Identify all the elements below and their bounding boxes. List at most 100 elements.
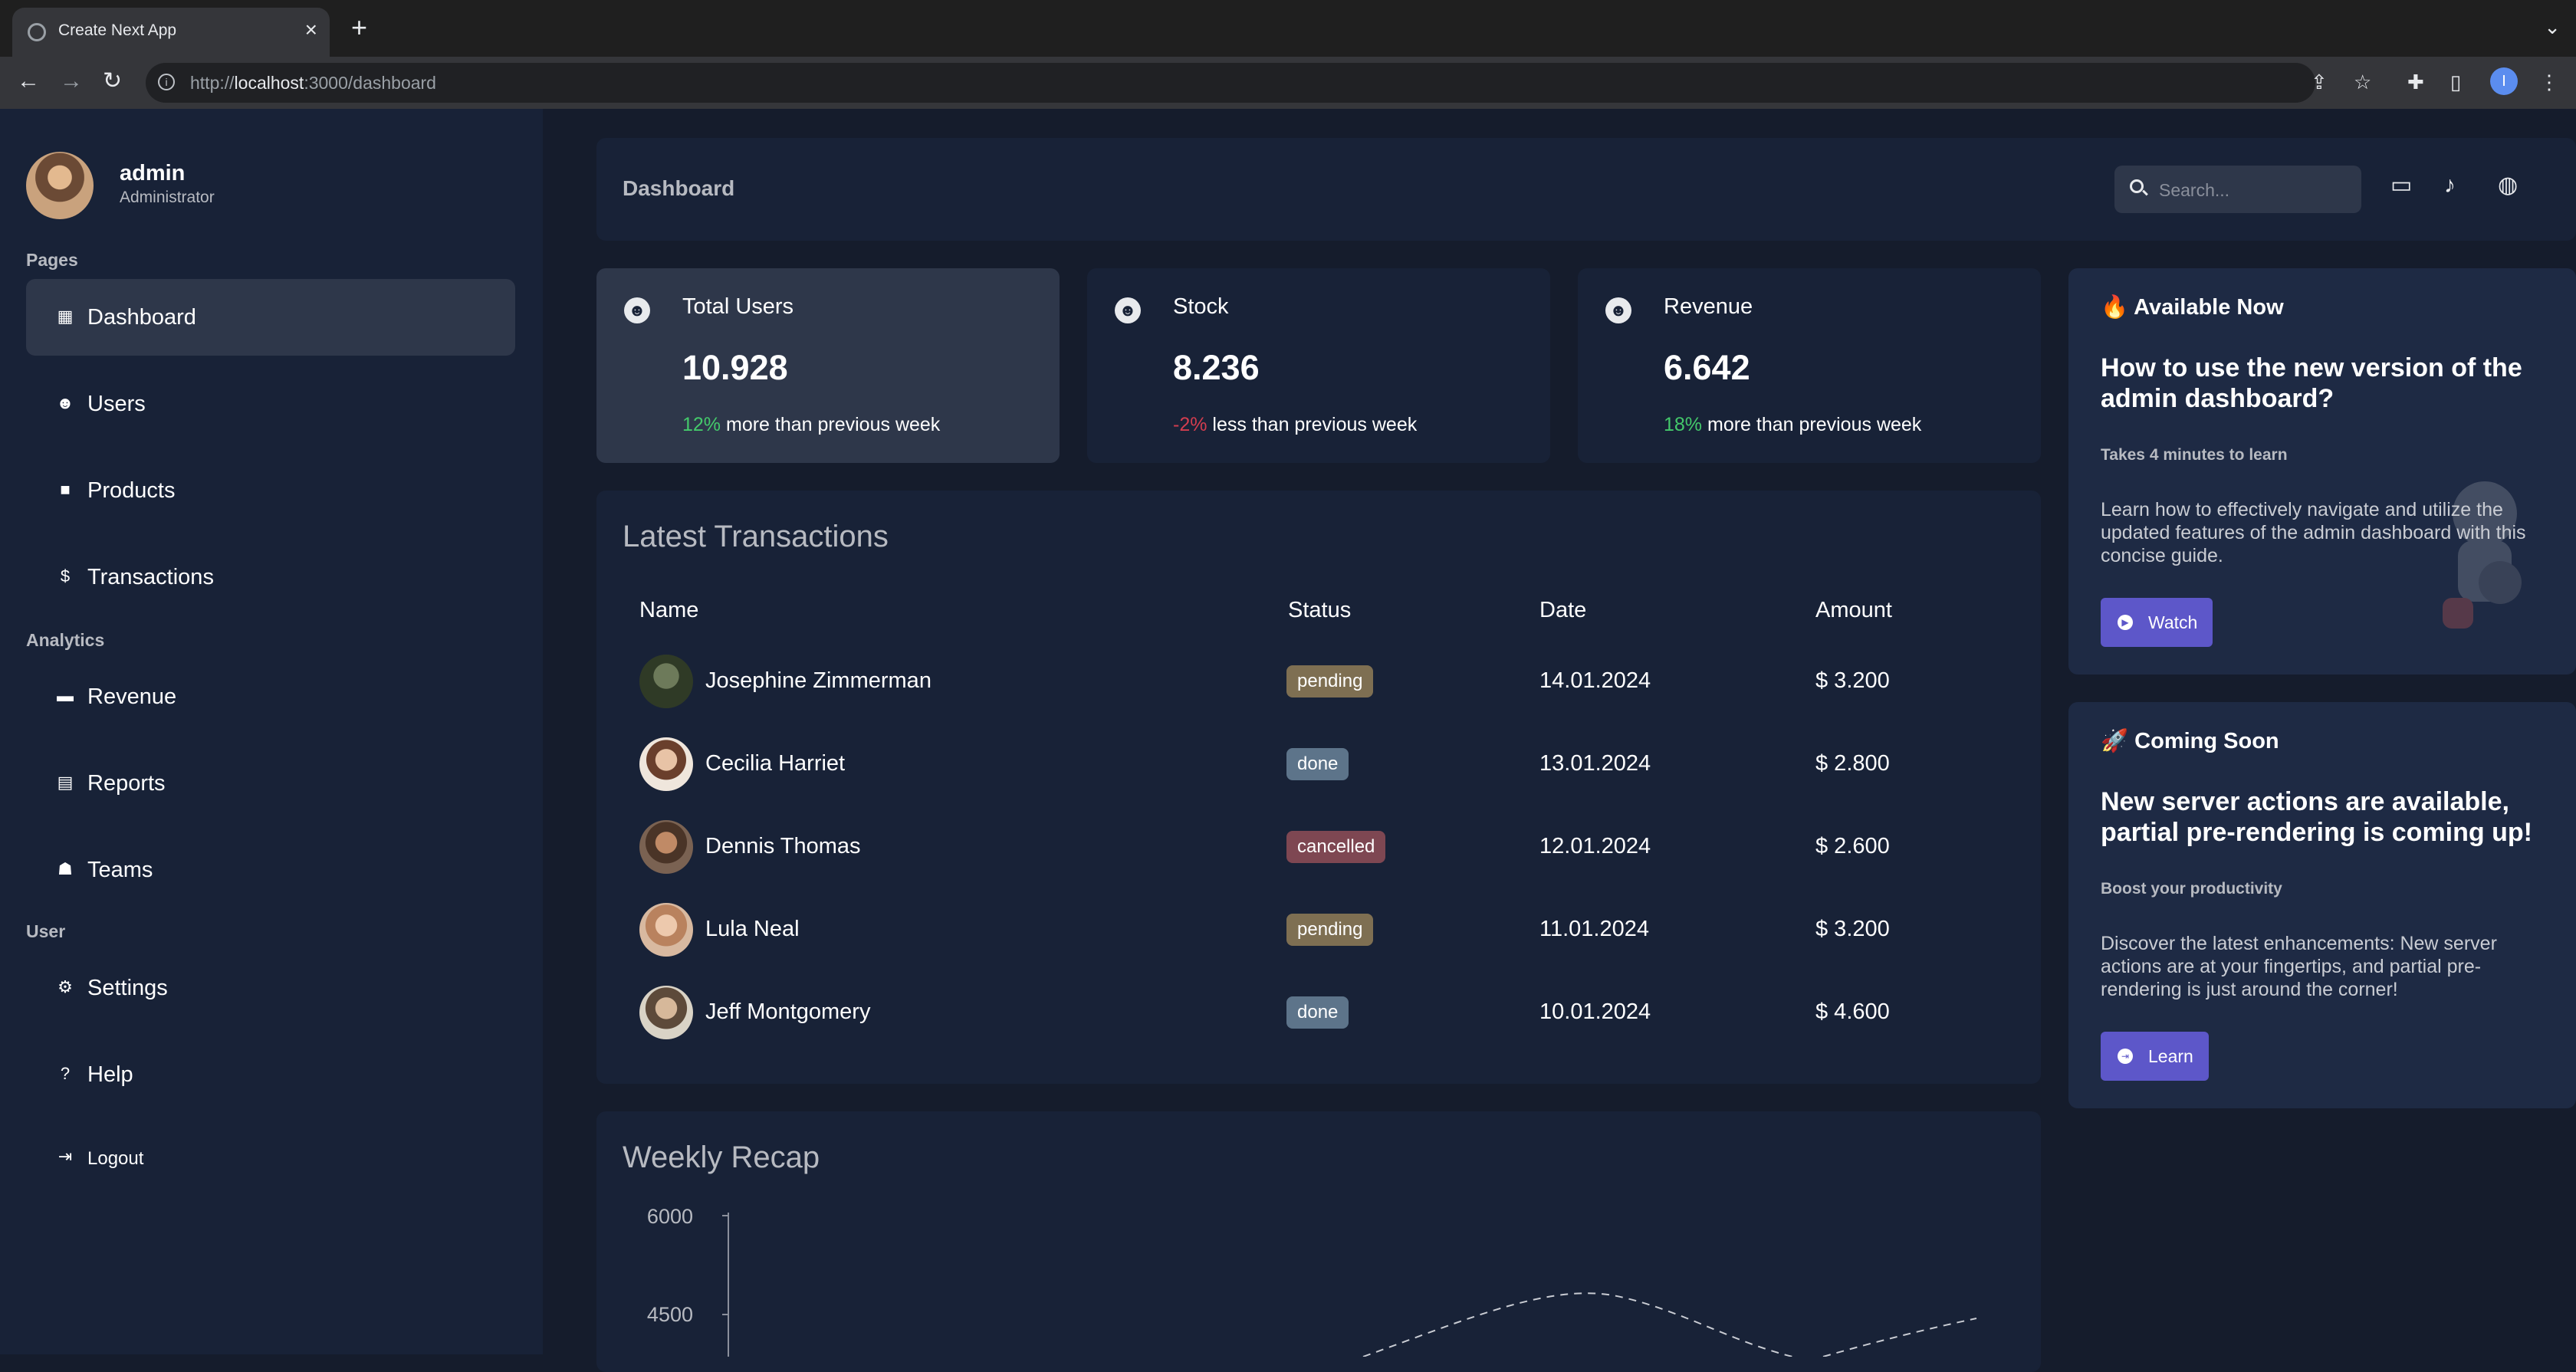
weekly-recap: Weekly Recap 6000 4500 [596, 1111, 2041, 1372]
card-number: 6.642 [1664, 348, 1750, 387]
card-revenue[interactable]: ☻ Revenue 6.642 18% more than previous w… [1578, 268, 2041, 463]
row-name: Lula Neal [705, 917, 800, 941]
learn-button[interactable]: ⇥ Learn [2101, 1032, 2209, 1081]
status-badge: done [1286, 996, 1349, 1029]
column-header-amount: Amount [1815, 598, 1892, 622]
user-role: Administrator [120, 189, 215, 206]
column-header-status: Status [1288, 598, 1352, 622]
bell-icon[interactable]: ♪ [2444, 172, 2456, 199]
avatar [639, 903, 693, 957]
promo-subtitle: Boost your productivity [2101, 880, 2282, 898]
sidebar-item-users[interactable]: ☻ Users [26, 366, 515, 442]
table-row[interactable]: Josephine Zimmerman pending 14.01.2024 $… [596, 641, 2041, 724]
row-name: Dennis Thomas [705, 834, 861, 858]
globe-icon[interactable]: ◍ [2498, 172, 2518, 199]
url-text: http://localhost:3000/dashboard [190, 73, 436, 93]
sidebar: admin Administrator Pages ▦ Dashboard ☻ … [0, 109, 543, 1354]
promo-label: 🔥 Available Now [2101, 295, 2284, 320]
status-badge: pending [1286, 665, 1374, 697]
sidebar-item-help[interactable]: ? Help [26, 1036, 515, 1113]
messages-icon[interactable]: ▭ [2390, 172, 2412, 199]
users-icon: ☻ [56, 393, 74, 412]
status-badge: done [1286, 748, 1349, 780]
sidebar-item-label: Teams [87, 858, 153, 882]
sidebar-item-revenue[interactable]: ▬ Revenue [26, 658, 515, 735]
row-name: Cecilia Harriet [705, 751, 846, 776]
share-icon[interactable]: ⇪ [2311, 69, 2328, 95]
users-icon: ☻ [1115, 297, 1141, 323]
series-line [1822, 1318, 1977, 1357]
row-amount: $ 2.600 [1815, 834, 1890, 858]
series-line [1362, 1292, 1793, 1357]
page-title: Dashboard [623, 176, 735, 200]
logout-icon: ⇥ [58, 1147, 73, 1166]
new-tab-icon[interactable]: + [351, 14, 367, 41]
sidebar-item-settings[interactable]: ⚙ Settings [26, 950, 515, 1026]
card-stock[interactable]: ☻ Stock 8.236 -2% less than previous wee… [1087, 268, 1550, 463]
card-title: Total Users [682, 294, 794, 319]
star-icon[interactable]: ☆ [2354, 69, 2371, 95]
table-row[interactable]: Cecilia Harriet done 13.01.2024 $ 2.800 [596, 724, 2041, 806]
chevron-down-icon[interactable]: ⌄ [2544, 15, 2561, 39]
card-total-users[interactable]: ☻ Total Users 10.928 12% more than previ… [596, 268, 1060, 463]
reload-icon[interactable]: ↻ [103, 67, 122, 95]
promo-title: New server actions are available, partia… [2101, 787, 2532, 847]
table-row[interactable]: Dennis Thomas cancelled 12.01.2024 $ 2.6… [596, 806, 2041, 889]
status-badge: pending [1286, 914, 1374, 946]
users-icon: ☻ [624, 297, 650, 323]
promo-coming-soon: 🚀 Coming Soon New server actions are ava… [2068, 702, 2576, 1108]
address-bar[interactable]: i http://localhost:3000/dashboard [146, 63, 2315, 103]
side-panel-icon[interactable]: ▯ [2450, 69, 2461, 95]
sidebar-item-transactions[interactable]: $ Transactions [26, 539, 515, 615]
row-name: Josephine Zimmerman [705, 668, 932, 693]
top-navbar: Dashboard ▭ ♪ ◍ [596, 138, 2576, 241]
learn-button-label: Learn [2148, 1046, 2193, 1066]
card-number: 10.928 [682, 348, 788, 387]
info-icon[interactable]: i [158, 74, 175, 90]
sidebar-item-teams[interactable]: ☗ Teams [26, 832, 515, 908]
sidebar-item-label: Help [87, 1062, 133, 1087]
globe-icon [28, 23, 46, 41]
card-title: Revenue [1664, 294, 1753, 319]
row-amount: $ 3.200 [1815, 917, 1890, 941]
report-icon: ▤ [57, 773, 74, 792]
user-name: admin [120, 161, 186, 185]
close-icon[interactable]: × [305, 18, 317, 41]
card-number: 8.236 [1173, 348, 1260, 387]
card-title: Stock [1173, 294, 1229, 319]
back-icon[interactable]: ← [17, 67, 40, 95]
dashboard-icon: ▦ [57, 307, 74, 326]
sidebar-item-label: Products [87, 478, 176, 503]
row-date: 11.01.2024 [1539, 917, 1649, 941]
table-row[interactable]: Lula Neal pending 11.01.2024 $ 3.200 [596, 889, 2041, 972]
latest-transactions: Latest Transactions Name Status Date Amo… [596, 491, 2041, 1084]
help-icon: ? [60, 1064, 71, 1083]
sidebar-item-products[interactable]: ■ Products [26, 452, 515, 529]
search-icon [2130, 179, 2144, 193]
browser-tab[interactable]: Create Next App × [12, 8, 330, 57]
dollar-icon: $ [60, 566, 71, 586]
avatar [639, 986, 693, 1039]
row-date: 10.01.2024 [1539, 999, 1651, 1024]
watch-button[interactable]: ▶ Watch [2101, 598, 2213, 647]
row-date: 14.01.2024 [1539, 668, 1651, 693]
search-box[interactable] [2114, 166, 2361, 213]
logout-button[interactable]: ⇥ Logout [26, 1119, 515, 1196]
briefcase-icon: ▬ [57, 686, 74, 705]
row-date: 12.01.2024 [1539, 834, 1651, 858]
row-date: 13.01.2024 [1539, 751, 1651, 776]
more-menu-icon[interactable]: ⋮ [2539, 69, 2559, 95]
sidebar-item-reports[interactable]: ▤ Reports [26, 745, 515, 822]
promo-available-now: 🔥 Available Now How to use the new versi… [2068, 268, 2576, 675]
forward-icon[interactable]: → [60, 67, 83, 95]
search-input[interactable] [2157, 176, 2352, 204]
sidebar-item-label: Settings [87, 976, 168, 1000]
extensions-icon[interactable]: ✚ [2407, 69, 2424, 95]
avatar [26, 152, 94, 219]
sidebar-item-label: Transactions [87, 565, 214, 589]
transactions-title: Latest Transactions [623, 520, 889, 553]
card-detail: 12% more than previous week [682, 414, 941, 435]
table-row[interactable]: Jeff Montgomery done 10.01.2024 $ 4.600 [596, 972, 2041, 1055]
profile-avatar[interactable]: I [2490, 67, 2518, 95]
sidebar-item-dashboard[interactable]: ▦ Dashboard [26, 279, 515, 356]
